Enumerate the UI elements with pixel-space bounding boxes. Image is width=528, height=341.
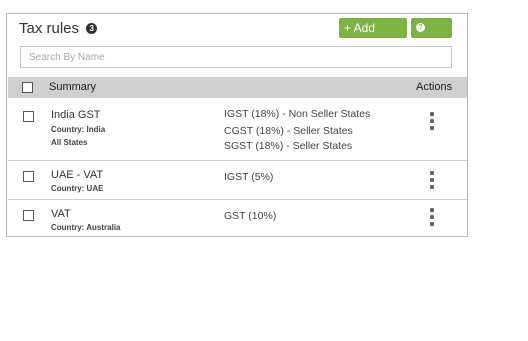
rule-count-badge: 3 xyxy=(86,22,98,34)
page-title: Tax rules 3 xyxy=(19,20,98,37)
table-row: UAE - VAT Country: UAE IGST (5%) xyxy=(8,161,467,200)
tax-rate: GST (10%) xyxy=(224,210,277,222)
tax-rate: CGST (18%) - Seller States xyxy=(224,125,353,137)
help-button[interactable]: ?Help xyxy=(411,18,452,55)
rule-country: Country: Australia xyxy=(51,223,121,232)
add-order-button[interactable]: + Add Order xyxy=(339,18,407,55)
column-actions: Actions xyxy=(416,81,453,93)
search-input[interactable] xyxy=(20,46,452,68)
more-actions-icon[interactable] xyxy=(430,112,434,133)
row-checkbox[interactable] xyxy=(23,210,34,221)
column-summary: Summary xyxy=(49,81,97,93)
rule-country: Country: India xyxy=(51,125,106,134)
tax-rate: IGST (5%) xyxy=(224,171,274,183)
table-row: India GST Country: India All States IGST… xyxy=(8,98,467,161)
table-row: VAT Country: Australia GST (10%) xyxy=(8,200,467,236)
tax-rate: IGST (18%) - Non Seller States xyxy=(224,108,371,120)
table-header: Summary Actions xyxy=(8,77,467,98)
more-actions-icon[interactable] xyxy=(430,208,434,229)
tax-rate: SGST (18%) - Seller States xyxy=(224,140,353,152)
rule-name[interactable]: VAT xyxy=(51,208,71,220)
row-checkbox[interactable] xyxy=(23,171,34,182)
page-title-text: Tax rules xyxy=(19,20,80,37)
more-actions-icon[interactable] xyxy=(430,171,434,192)
row-checkbox[interactable] xyxy=(23,111,34,122)
rule-scope: All States xyxy=(51,138,88,147)
rule-name[interactable]: UAE - VAT xyxy=(51,169,103,181)
select-all-checkbox[interactable] xyxy=(22,82,33,93)
rule-name[interactable]: India GST xyxy=(51,109,101,121)
question-icon: ? xyxy=(416,23,425,33)
rule-country: Country: UAE xyxy=(51,184,104,193)
tax-rules-panel: Tax rules 3 + Add Order ?Help Summary Ac… xyxy=(6,13,468,237)
